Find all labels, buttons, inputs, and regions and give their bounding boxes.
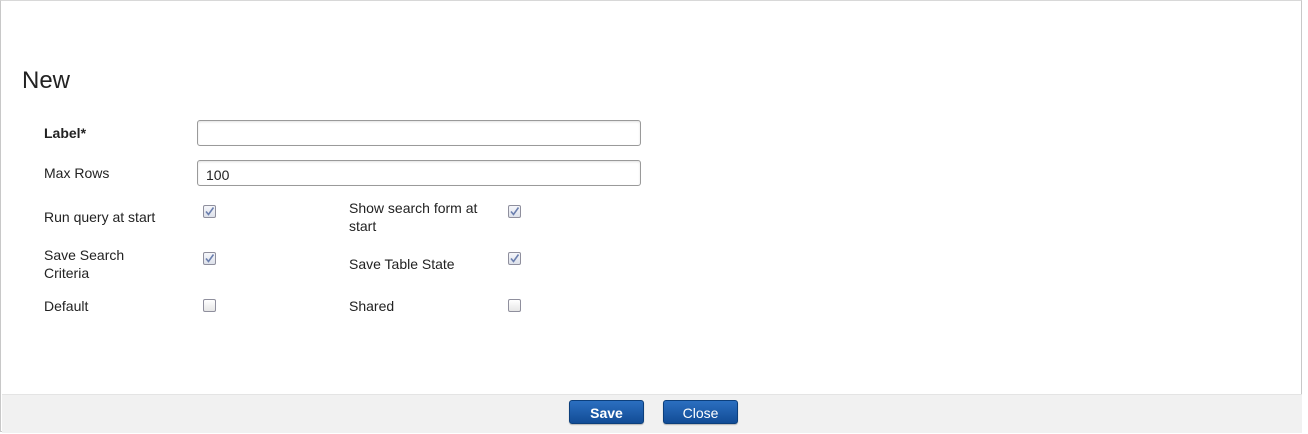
save-table-state-checkbox[interactable] [508,252,521,265]
label-input[interactable] [197,120,641,146]
checkmark-icon [205,207,215,216]
default-checkbox[interactable] [203,299,216,312]
default-label: Default [44,298,89,314]
shared-checkbox[interactable] [508,299,521,312]
save-button[interactable]: Save [569,400,644,424]
run-query-at-start-checkbox[interactable] [203,205,216,218]
label-field-label: Label* [44,124,86,142]
new-item-dialog: New Label* Max Rows Run query at start S… [0,0,1302,433]
run-query-at-start-label: Run query at start [44,209,156,225]
save-search-criteria-checkbox[interactable] [203,252,216,265]
page: New Label* Max Rows Run query at start S… [0,0,1308,434]
required-marker: * [80,125,87,141]
checkmark-icon [205,254,215,263]
show-search-form-at-start-checkbox[interactable] [508,205,521,218]
dialog-title: New [22,67,71,94]
checkmark-icon [510,254,520,263]
show-search-form-at-start-label: Show search form at start [349,200,478,234]
close-button[interactable]: Close [663,400,738,424]
checkmark-icon [510,207,520,216]
shared-label: Shared [349,298,395,314]
dialog-footer [2,394,1302,433]
max-rows-input[interactable] [197,160,641,186]
label-field-text: Label [44,125,81,141]
save-search-criteria-label: Save Search Criteria [44,247,125,281]
max-rows-label: Max Rows [44,165,110,181]
save-table-state-label: Save Table State [349,256,455,272]
